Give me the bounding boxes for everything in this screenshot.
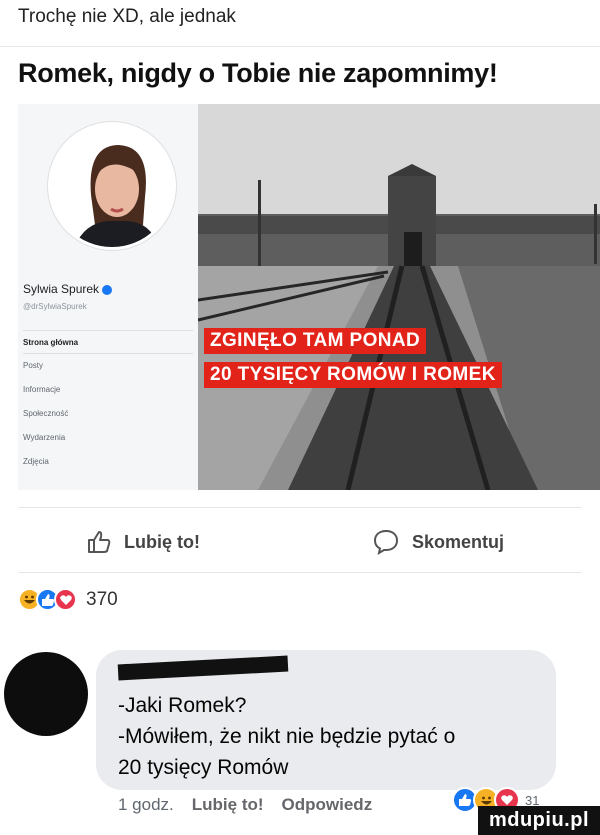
comment-label: Skomentuj xyxy=(412,531,505,552)
commenter-avatar[interactable] xyxy=(4,652,88,736)
menu-item-photos[interactable]: Zdjęcia xyxy=(23,450,193,474)
divider xyxy=(18,572,582,573)
verified-badge-icon xyxy=(102,284,113,295)
menu-item-community[interactable]: Społeczność xyxy=(23,402,193,426)
divider xyxy=(18,507,582,508)
like-label: Lubię to! xyxy=(124,531,200,552)
embedded-facebook-screenshot: Sylwia Spurek @drSylwiaSpurek Strona głó… xyxy=(18,104,600,490)
comment-button[interactable]: Skomentuj xyxy=(372,520,504,564)
menu-item-home[interactable]: Strona główna xyxy=(23,330,193,354)
meme-headline: Romek, nigdy o Tobie nie zapomnimy! xyxy=(18,58,498,88)
comment-meta: 1 godz. Lubię to! Odpowiedz xyxy=(118,795,372,815)
menu-item-events[interactable]: Wydarzenia xyxy=(23,426,193,450)
comment-text: -Jaki Romek? -Mówiłem, że nikt nie będzi… xyxy=(118,694,456,779)
railway-camp-photo xyxy=(198,104,600,490)
cover-photo: ZGINĘŁO TAM PONAD 20 TYSIĘCY ROMÓW I ROM… xyxy=(198,104,600,490)
profile-name[interactable]: Sylwia Spurek xyxy=(23,282,113,296)
reaction-count: 370 xyxy=(86,588,118,610)
comment-time[interactable]: 1 godz. xyxy=(118,795,174,815)
comment-like-button[interactable]: Lubię to! xyxy=(192,795,264,815)
banner-line-1: ZGINĘŁO TAM PONAD xyxy=(204,328,427,354)
comment-bubble-icon xyxy=(373,529,399,556)
reaction-summary[interactable]: 370 xyxy=(18,588,118,611)
profile-avatar xyxy=(48,122,176,250)
post-caption: Trochę nie XD, ale jednak xyxy=(18,6,236,27)
menu-item-info[interactable]: Informacje xyxy=(23,378,193,402)
site-watermark: mdupiu.pl xyxy=(478,806,600,835)
profile-handle: @drSylwiaSpurek xyxy=(23,302,87,311)
divider xyxy=(0,46,600,47)
profile-sidebar: Sylwia Spurek @drSylwiaSpurek Strona głó… xyxy=(18,104,198,490)
banner-line-2: 20 TYSIĘCY ROMÓW I ROMEK xyxy=(204,362,502,388)
menu-item-posts[interactable]: Posty xyxy=(23,354,193,378)
love-icon xyxy=(54,588,77,611)
like-button[interactable]: Lubię to! xyxy=(86,520,200,564)
post-actions: Lubię to! Skomentuj xyxy=(0,520,600,564)
profile-menu: Strona główna Posty Informacje Społeczno… xyxy=(23,330,193,474)
comment-reply-button[interactable]: Odpowiedz xyxy=(282,795,373,815)
portrait-image xyxy=(51,125,173,247)
thumbs-up-icon xyxy=(88,531,111,553)
